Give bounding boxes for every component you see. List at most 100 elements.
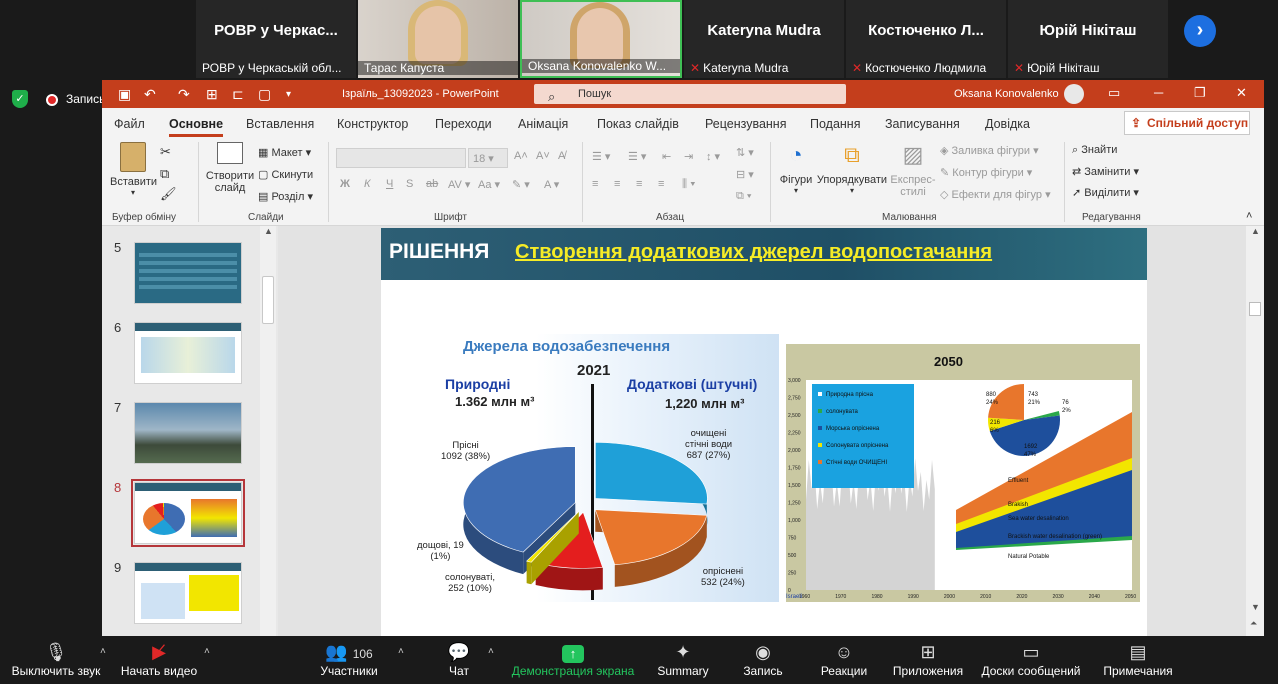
arrange-button[interactable]: ⧉ Упорядкувати ▾	[816, 142, 888, 195]
case-icon[interactable]: Aa ▾	[478, 178, 500, 191]
highlight-icon[interactable]: ✎ ▾	[512, 178, 530, 191]
present-icon[interactable]: ⊞	[206, 86, 218, 103]
shape-effects-button[interactable]: ◇ Ефекти для фігур ▾	[940, 188, 1051, 201]
shape-outline-button[interactable]: ✎ Контур фігури ▾	[940, 166, 1032, 179]
underline-icon[interactable]: Ч	[386, 178, 393, 190]
shape-fill-button[interactable]: ◈ Заливка фігури ▾	[940, 144, 1039, 157]
chat-button[interactable]: 💬 Чат	[442, 636, 476, 684]
smartart-icon[interactable]: ⧉ ▾	[736, 190, 752, 203]
security-shield-icon[interactable]: ✓	[12, 90, 28, 108]
scrollbar-thumb[interactable]	[1249, 302, 1261, 316]
share-button[interactable]: ⇪ Спільний доступ	[1124, 111, 1250, 135]
align-left-icon[interactable]: ≡	[592, 178, 598, 190]
shapes-button[interactable]: ◔ Фігури ▾	[778, 142, 814, 195]
spacing-icon[interactable]: AV ▾	[448, 178, 470, 191]
account-name[interactable]: Oksana Konovalenko	[954, 88, 1059, 100]
participant-tile[interactable]: Юрій Нікіташ ✕ Юрій Нікіташ	[1008, 0, 1168, 78]
cut-icon[interactable]: ✂	[160, 144, 171, 160]
chevron-up-icon[interactable]: ˄	[204, 646, 210, 657]
font-size-select[interactable]: 18 ▾	[468, 148, 508, 168]
reactions-button[interactable]: ☺ Реакции	[818, 636, 870, 684]
save-icon[interactable]: ▣	[118, 86, 131, 103]
next-participants-button[interactable]: ›	[1184, 15, 1216, 47]
reset-button[interactable]: ▢ Скинути	[258, 168, 313, 181]
slide-thumbnail[interactable]	[134, 562, 242, 624]
summary-button[interactable]: ✦ Summary	[654, 636, 712, 684]
participant-video-tile[interactable]: Тарас Капуста	[358, 0, 518, 78]
columns-icon[interactable]: ⫼ ▾	[682, 178, 695, 191]
select-button[interactable]: ➚ Виділити ▾	[1072, 186, 1139, 199]
video-button[interactable]: ▶̸ Начать видео	[118, 636, 200, 684]
scroll-up-icon[interactable]: ▲	[264, 226, 273, 236]
format-painter-icon[interactable]: 🖌	[160, 186, 177, 202]
notes-button[interactable]: ▤ Примечания	[1100, 636, 1176, 684]
tab-slideshow[interactable]: Показ слайдів	[597, 117, 679, 131]
chevron-up-icon[interactable]: ˄	[398, 646, 404, 657]
participant-video-tile-active[interactable]: Oksana Konovalenko W...	[520, 0, 682, 78]
replace-button[interactable]: ⇄ Замінити ▾	[1072, 165, 1139, 178]
numbering-icon[interactable]: ☰ ▾	[628, 150, 646, 163]
participant-tile[interactable]: Костюченко Л... ✕ Костюченко Людмила	[846, 0, 1006, 78]
new-slide-button[interactable]: Створити слайд	[204, 142, 256, 194]
copy-icon[interactable]: ⧉	[160, 166, 169, 182]
grow-font-icon[interactable]: A˄	[514, 150, 528, 162]
collapse-ribbon-icon[interactable]: ˄	[1246, 210, 1252, 222]
justify-icon[interactable]: ≡	[658, 178, 664, 190]
close-icon[interactable]: ✕	[1236, 85, 1247, 101]
editor-scrollbar[interactable]: ▲ ▼ ⏶	[1246, 226, 1264, 636]
open-icon[interactable]: ⊏	[232, 86, 244, 103]
participants-button[interactable]: 👥 106 Участники	[316, 636, 382, 684]
minimize-icon[interactable]: ─	[1154, 85, 1163, 100]
tab-file[interactable]: Файл	[114, 117, 145, 131]
italic-icon[interactable]: К	[364, 178, 370, 190]
decrease-indent-icon[interactable]: ⇤	[662, 150, 671, 163]
tab-record[interactable]: Записування	[885, 117, 960, 131]
layout-button[interactable]: ▦ Макет ▾	[258, 146, 311, 159]
chevron-up-icon[interactable]: ˄	[488, 646, 494, 657]
tab-review[interactable]: Рецензування	[705, 117, 786, 131]
slide-canvas[interactable]: РІШЕННЯ Створення додаткових джерел водо…	[381, 228, 1147, 636]
chevron-up-icon[interactable]: ˄	[100, 646, 106, 657]
font-family-select[interactable]	[336, 148, 466, 168]
text-direction-icon[interactable]: ⇅ ▾	[736, 146, 754, 159]
redo-icon[interactable]: ↷	[178, 86, 190, 103]
slide-thumbnail-selected[interactable]	[131, 479, 245, 547]
record-button[interactable]: ◉ Запись	[740, 636, 786, 684]
whiteboards-button[interactable]: ▭ Доски сообщений	[978, 636, 1084, 684]
restore-icon[interactable]: ❐	[1194, 85, 1206, 101]
tab-animations[interactable]: Анімація	[518, 117, 568, 131]
share-screen-button[interactable]: ↑ Демонстрация экрана	[510, 636, 636, 684]
font-color-icon[interactable]: A ▾	[544, 178, 559, 191]
avatar[interactable]	[1064, 84, 1084, 104]
align-text-icon[interactable]: ⊟ ▾	[736, 168, 754, 181]
increase-indent-icon[interactable]: ⇥	[684, 150, 693, 163]
participant-tile[interactable]: Kateryna Mudra ✕ Kateryna Mudra	[684, 0, 844, 78]
undo-icon[interactable]: ↶	[144, 86, 156, 103]
shadow-icon[interactable]: S	[406, 178, 413, 190]
tab-design[interactable]: Конструктор	[337, 117, 408, 131]
bold-icon[interactable]: Ж	[340, 178, 350, 190]
customize-qat-icon[interactable]: ▾	[286, 89, 291, 100]
strikethrough-icon[interactable]: ab	[426, 178, 438, 190]
align-right-icon[interactable]: ≡	[636, 178, 642, 190]
thumbnails-scrollbar[interactable]: ▲	[260, 226, 276, 636]
quick-styles-button[interactable]: ▨ Експрес- стилі	[890, 142, 936, 198]
new-file-icon[interactable]: ▢	[258, 86, 271, 103]
slide-thumbnail[interactable]	[134, 322, 242, 384]
apps-button[interactable]: ⊞ Приложения	[890, 636, 966, 684]
tab-help[interactable]: Довідка	[985, 117, 1030, 131]
scrollbar-thumb[interactable]	[262, 276, 274, 324]
tab-insert[interactable]: Вставлення	[246, 117, 314, 131]
slide-thumbnail[interactable]	[134, 402, 242, 464]
section-button[interactable]: ▤ Розділ ▾	[258, 190, 313, 203]
clear-format-icon[interactable]: A̸	[558, 150, 565, 162]
tab-home[interactable]: Основне	[169, 117, 224, 137]
scroll-down-icon[interactable]: ▼	[1251, 602, 1260, 612]
ribbon-display-icon[interactable]: ▭	[1108, 85, 1120, 101]
shrink-font-icon[interactable]: A˅	[536, 150, 550, 162]
tab-transitions[interactable]: Переходи	[435, 117, 492, 131]
bullets-icon[interactable]: ☰ ▾	[592, 150, 610, 163]
search-input[interactable]: ⌕ Пошук	[534, 84, 846, 104]
previous-slide-icon[interactable]: ⏶	[1250, 618, 1257, 629]
align-center-icon[interactable]: ≡	[614, 178, 620, 190]
